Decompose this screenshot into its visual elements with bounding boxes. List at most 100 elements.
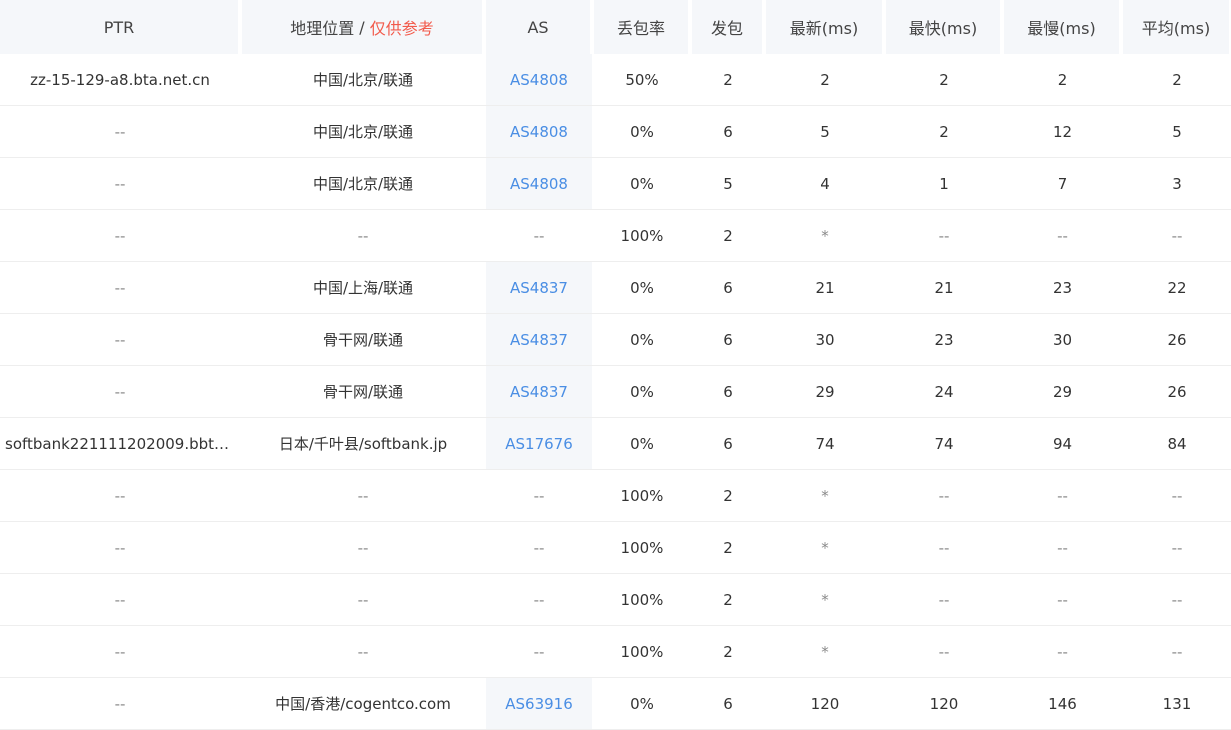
as-value: --	[533, 538, 545, 557]
last-cell: 5	[766, 106, 884, 157]
loss-value: 100%	[620, 226, 664, 245]
sent-cell: 6	[692, 314, 764, 365]
best-cell: --	[886, 522, 1002, 573]
last-value: 74	[815, 434, 835, 453]
best-cell: 23	[886, 314, 1002, 365]
worst-cell: 23	[1004, 262, 1121, 313]
sent-value: 2	[723, 642, 733, 661]
loss-value: 0%	[630, 382, 654, 401]
loss-cell: 50%	[594, 54, 690, 105]
header-avg-label: 平均(ms)	[1141, 19, 1211, 38]
as-link[interactable]: AS63916	[505, 695, 573, 713]
sent-cell: 2	[692, 522, 764, 573]
geo-value: --	[357, 642, 369, 661]
as-cell: --	[486, 522, 592, 573]
header-as-label: AS	[527, 17, 549, 37]
sent-value: 2	[723, 538, 733, 557]
ptr-value: softbank221111202009.bbte...	[5, 434, 235, 453]
best-value: 24	[934, 382, 954, 401]
ptr-value: --	[114, 590, 126, 609]
loss-value: 0%	[630, 694, 654, 713]
sent-value: 6	[723, 330, 733, 349]
worst-cell: 2	[1004, 54, 1121, 105]
as-cell: AS4808	[486, 106, 592, 157]
as-link[interactable]: AS4808	[510, 123, 568, 141]
table-row: -- -- -- 100% 2 * -- -- --	[0, 626, 1231, 678]
ptr-value: --	[114, 694, 126, 713]
loss-cell: 0%	[594, 106, 690, 157]
geo-cell: 中国/香港/cogentco.com	[242, 678, 484, 729]
geo-value: 日本/千叶县/softbank.jp	[278, 435, 448, 453]
avg-cell: 22	[1123, 262, 1231, 313]
worst-value: --	[1057, 226, 1068, 245]
as-cell: AS4808	[486, 158, 592, 209]
header-as: AS	[486, 0, 592, 54]
avg-cell: --	[1123, 574, 1231, 625]
avg-value: 3	[1172, 174, 1182, 193]
ptr-cell: --	[0, 366, 240, 417]
geo-value: --	[357, 590, 369, 609]
avg-cell: --	[1123, 626, 1231, 677]
last-cell: 4	[766, 158, 884, 209]
as-link[interactable]: AS4837	[510, 331, 568, 349]
loss-cell: 0%	[594, 314, 690, 365]
ptr-cell: --	[0, 210, 240, 261]
sent-value: 2	[723, 590, 733, 609]
last-value: 29	[815, 382, 835, 401]
as-cell: --	[486, 574, 592, 625]
worst-value: 23	[1052, 278, 1073, 297]
best-value: 2	[939, 70, 949, 89]
best-cell: 2	[886, 54, 1002, 105]
header-ptr: PTR	[0, 0, 240, 54]
last-cell: 30	[766, 314, 884, 365]
sent-cell: 2	[692, 470, 764, 521]
as-cell: AS4837	[486, 262, 592, 313]
avg-cell: 26	[1123, 366, 1231, 417]
sent-cell: 2	[692, 54, 764, 105]
as-link[interactable]: AS4837	[510, 279, 568, 297]
ptr-value: --	[114, 174, 126, 193]
table-row: -- -- -- 100% 2 * -- -- --	[0, 210, 1231, 262]
last-cell: 29	[766, 366, 884, 417]
table-header: PTR 地理位置 / 仅供参考 AS 丢包率 发包 最新(ms) 最快(ms) …	[0, 0, 1231, 54]
geo-cell: --	[242, 626, 484, 677]
as-link[interactable]: AS17676	[505, 435, 573, 453]
last-cell: *	[766, 522, 884, 573]
best-value: --	[938, 538, 950, 557]
best-cell: 120	[886, 678, 1002, 729]
worst-cell: 12	[1004, 106, 1121, 157]
ptr-value: zz-15-129-a8.bta.net.cn	[30, 70, 210, 89]
loss-cell: 0%	[594, 678, 690, 729]
avg-cell: 131	[1123, 678, 1231, 729]
avg-value: --	[1171, 226, 1183, 245]
worst-cell: 7	[1004, 158, 1121, 209]
avg-value: 26	[1167, 330, 1187, 349]
geo-cell: --	[242, 210, 484, 261]
table-row: -- 骨干网/联通 AS4837 0% 6 30 23 30 26	[0, 314, 1231, 366]
loss-cell: 0%	[594, 158, 690, 209]
header-best-label: 最快(ms)	[908, 19, 978, 38]
header-geo-note: 仅供参考	[369, 19, 434, 38]
worst-value: 12	[1052, 122, 1073, 141]
as-link[interactable]: AS4808	[510, 175, 568, 193]
avg-cell: --	[1123, 210, 1231, 261]
as-cell: AS4837	[486, 366, 592, 417]
avg-value: 5	[1172, 122, 1182, 141]
ptr-value: --	[114, 226, 126, 245]
ptr-cell: --	[0, 470, 240, 521]
worst-cell: --	[1004, 626, 1121, 677]
last-cell: 120	[766, 678, 884, 729]
worst-cell: 146	[1004, 678, 1121, 729]
best-cell: 2	[886, 106, 1002, 157]
best-value: 74	[934, 434, 954, 453]
as-link[interactable]: AS4808	[510, 71, 568, 89]
header-sent: 发包	[692, 0, 764, 54]
header-geo: 地理位置 / 仅供参考	[242, 0, 484, 54]
loss-value: 0%	[630, 174, 654, 193]
sent-value: 6	[723, 122, 733, 141]
ptr-cell: zz-15-129-a8.bta.net.cn	[0, 54, 240, 105]
worst-value: 7	[1057, 174, 1068, 193]
table-row: -- -- -- 100% 2 * -- -- --	[0, 522, 1231, 574]
as-link[interactable]: AS4837	[510, 383, 568, 401]
best-cell: 74	[886, 418, 1002, 469]
